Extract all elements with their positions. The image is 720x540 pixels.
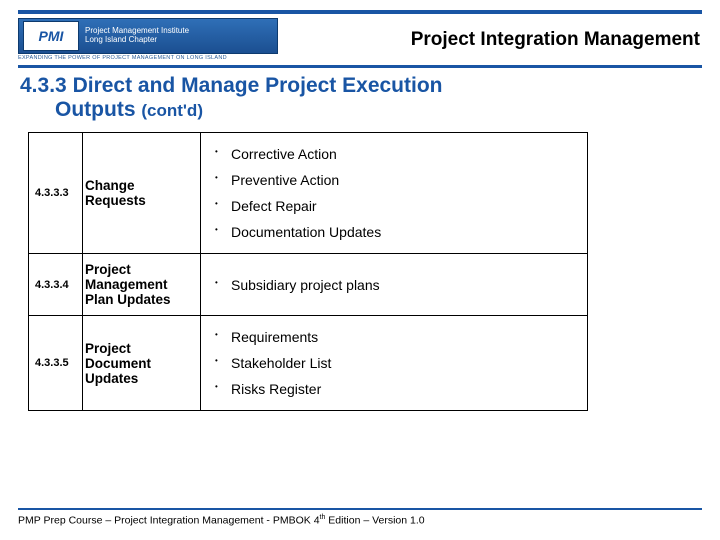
- row-number: 4.3.3.5: [29, 316, 83, 411]
- logo-text: Project Management Institute Long Island…: [85, 27, 189, 45]
- section-title-line2: Outputs: [55, 98, 135, 121]
- list-item: Requirements: [209, 324, 583, 350]
- list-item: Subsidiary project plans: [209, 272, 583, 298]
- table-row: 4.3.3.4 Project Management Plan Updates …: [29, 254, 588, 316]
- row-items: Corrective Action Preventive Action Defe…: [201, 133, 588, 254]
- row-number: 4.3.3.3: [29, 133, 83, 254]
- row-items: Requirements Stakeholder List Risks Regi…: [201, 316, 588, 411]
- logo-block: PMI Project Management Institute Long Is…: [18, 18, 278, 61]
- pmi-logo: PMI Project Management Institute Long Is…: [18, 18, 278, 54]
- list-item: Corrective Action: [209, 141, 583, 167]
- row-name: Change Requests: [83, 133, 201, 254]
- section-continued: (cont'd): [141, 101, 203, 120]
- header-bar: PMI Project Management Institute Long Is…: [18, 10, 702, 61]
- pmi-badge-icon: PMI: [23, 21, 79, 51]
- table-row: 4.3.3.5 Project Document Updates Require…: [29, 316, 588, 411]
- row-number: 4.3.3.4: [29, 254, 83, 316]
- row-name: Project Management Plan Updates: [83, 254, 201, 316]
- footer-text: PMP Prep Course – Project Integration Ma…: [18, 514, 702, 527]
- footer-part-b: Edition – Version 1.0: [325, 514, 424, 526]
- footer-divider: [18, 508, 702, 510]
- list-item: Risks Register: [209, 376, 583, 402]
- list-item: Documentation Updates: [209, 219, 583, 245]
- list-item: Defect Repair: [209, 193, 583, 219]
- footer: PMP Prep Course – Project Integration Ma…: [18, 508, 702, 527]
- list-item: Preventive Action: [209, 167, 583, 193]
- section-title: 4.3.3 Direct and Manage Project Executio…: [18, 74, 702, 132]
- footer-part-a: PMP Prep Course – Project Integration Ma…: [18, 514, 320, 526]
- org-line2: Long Island Chapter: [85, 36, 189, 45]
- row-name: Project Document Updates: [83, 316, 201, 411]
- logo-tagline: EXPANDING THE POWER OF PROJECT MANAGEMEN…: [18, 55, 278, 61]
- table-row: 4.3.3.3 Change Requests Corrective Actio…: [29, 133, 588, 254]
- page-title: Project Integration Management: [278, 29, 702, 51]
- section-number: 4.3.3: [20, 74, 67, 97]
- outputs-table: 4.3.3.3 Change Requests Corrective Actio…: [28, 132, 588, 411]
- section-title-line1: Direct and Manage Project Execution: [73, 74, 443, 97]
- slide: PMI Project Management Institute Long Is…: [0, 0, 720, 540]
- row-items: Subsidiary project plans: [201, 254, 588, 316]
- list-item: Stakeholder List: [209, 350, 583, 376]
- header-divider: [18, 65, 702, 68]
